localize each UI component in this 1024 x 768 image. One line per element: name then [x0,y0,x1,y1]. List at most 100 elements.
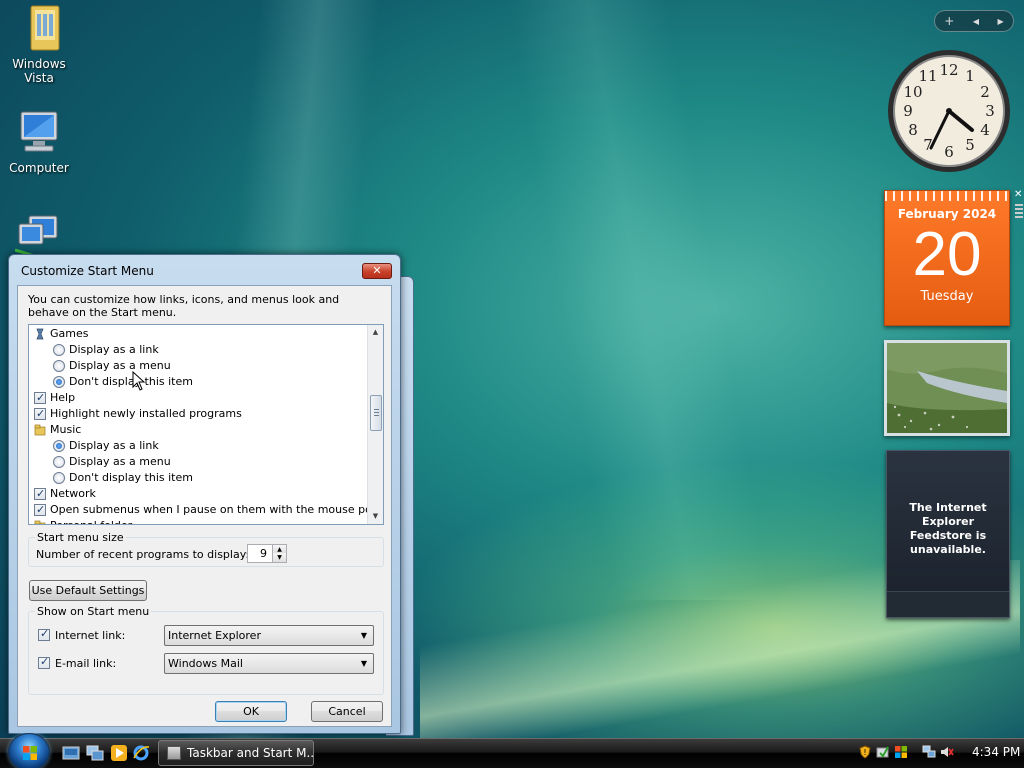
intro-text: You can customize how links, icons, and … [28,293,340,319]
landscape-photo [887,343,1007,433]
list-item[interactable]: Don't display this item [29,374,368,390]
option-radio[interactable] [53,456,65,468]
list-item[interactable]: Display as a menu [29,358,368,374]
list-item-label: Don't display this item [69,375,193,388]
dialog-titlebar[interactable]: Customize Start Menu ✕ [9,255,400,285]
list-item[interactable]: Don't display this item [29,470,368,486]
option-radio[interactable] [53,440,65,452]
option-checkbox[interactable] [34,406,46,422]
security-shield-icon[interactable]: ! [858,745,872,759]
internet-link-value: Internet Explorer [168,629,261,642]
email-link-checkbox[interactable] [38,655,50,669]
list-item-label: Highlight newly installed programs [50,407,242,420]
start-button[interactable] [8,733,50,768]
show-on-start-menu-group: Show on Start menu Internet link: Intern… [28,605,384,695]
recent-programs-value[interactable]: 9 [260,547,267,560]
list-item[interactable]: Network [29,486,368,502]
list-item-label: Help [50,391,76,404]
clock-numeral: 11 [918,67,937,85]
network-status-icon[interactable] [922,745,936,759]
add-gadget-button[interactable]: + [944,14,954,28]
taskbar-button-label: Taskbar and Start M... [187,746,314,760]
clock-numeral: 8 [908,121,918,139]
option-radio[interactable] [53,360,65,372]
wallpaper-streak [507,0,773,600]
list-item-label: Display as a link [69,439,159,452]
clock-numeral: 10 [903,83,922,101]
scroll-thumb[interactable] [370,395,382,431]
feed-footer [887,591,1009,617]
start-menu-size-group: Start menu size Number of recent program… [28,531,384,567]
close-icon: ✕ [372,264,382,277]
list-item-label: Display as a menu [69,455,171,468]
option-checkbox[interactable] [34,502,46,518]
dialog-title: Customize Start Menu [21,264,154,278]
calendar-month: February 2024 [897,207,997,221]
start-menu-options-list[interactable]: Games Display as a link Display as a menu D… [28,324,384,525]
svg-text:!: ! [863,748,866,757]
slideshow-gadget[interactable] [884,340,1010,436]
personal-folder-icon [34,520,46,524]
taskbar-clock[interactable]: 4:34 PM [972,745,1020,759]
cancel-button[interactable]: Cancel [311,701,383,722]
clock-numeral: 6 [944,143,954,161]
option-radio[interactable] [53,376,65,388]
windows-flag-tray-icon[interactable] [894,745,908,759]
internet-explorer-icon[interactable] [132,744,150,762]
scroll-down-icon[interactable]: ▼ [368,509,383,524]
games-icon [36,328,44,340]
list-item[interactable]: Display as a link [29,438,368,454]
list-item[interactable]: Games [29,326,368,342]
recent-programs-stepper[interactable]: 9 ▲ ▼ [247,544,287,563]
clock-numeral: 9 [903,102,913,120]
feed-unavailable-message: The Internet Explorer Feedstore is unava… [909,501,987,556]
option-checkbox[interactable] [34,390,46,406]
gadget-grip-icon[interactable] [1015,204,1023,218]
list-item[interactable]: Help [29,390,368,406]
email-link-value: Windows Mail [168,657,243,670]
ok-button[interactable]: OK [215,701,287,722]
media-player-icon[interactable] [110,744,128,762]
option-radio[interactable] [53,344,65,356]
vertical-scrollbar[interactable]: ▲ ▼ [367,325,383,524]
gadget-close-icon[interactable]: ✕ [1014,190,1024,200]
taskbar-button-taskbar-and-start-menu[interactable]: Taskbar and Start M... [158,740,314,766]
volume-muted-icon[interactable] [940,745,954,759]
list-item-label: Music [50,423,82,436]
show-on-start-menu-label: Show on Start menu [35,605,152,618]
music-folder-icon [34,424,46,436]
list-item[interactable]: Personal folder [29,518,368,524]
option-radio[interactable] [53,472,65,484]
list-item[interactable]: Open submenus when I pause on them with … [29,502,383,518]
internet-link-dropdown[interactable]: Internet Explorer ▼ [164,625,374,646]
clock-numeral: 5 [965,136,975,154]
internet-link-checkbox[interactable] [38,627,50,641]
close-button[interactable]: ✕ [362,263,392,279]
desktop-icon-label: Windows Vista [12,57,66,85]
stepper-down-icon[interactable]: ▼ [272,553,286,562]
clock-numeral: 4 [980,121,990,139]
list-item[interactable]: Display as a link [29,342,368,358]
show-desktop-icon[interactable] [62,744,80,762]
chevron-down-icon: ▼ [360,631,367,640]
list-item[interactable]: Music [29,422,368,438]
list-item[interactable]: Display as a menu [29,454,368,470]
clock-gadget[interactable]: 12 1 2 3 4 5 6 7 8 9 10 11 [886,48,1012,174]
windows-update-icon[interactable] [876,745,890,759]
desktop-icon-windows-vista[interactable]: Windows Vista [1,4,77,85]
list-item[interactable]: Highlight newly installed programs [29,406,368,422]
next-page-button[interactable]: ▶ [998,17,1004,26]
mouse-pointer-icon [132,371,146,391]
use-default-settings-button[interactable]: Use Default Settings [29,580,147,601]
options-list-items: Games Display as a link Display as a menu D… [29,326,383,524]
email-link-dropdown[interactable]: Windows Mail ▼ [164,653,374,674]
feed-headlines-gadget[interactable]: The Internet Explorer Feedstore is unava… [886,450,1010,618]
option-checkbox[interactable] [34,486,46,502]
desktop-icon-computer[interactable]: Computer [1,108,77,175]
email-link-label: E-mail link: [55,657,117,670]
scroll-up-icon[interactable]: ▲ [368,325,383,340]
windows-logo-icon [23,746,37,760]
previous-page-button[interactable]: ◀ [973,17,979,26]
switch-windows-icon[interactable] [86,744,104,762]
calendar-gadget[interactable]: February 2024 20 Tuesday [884,190,1010,326]
